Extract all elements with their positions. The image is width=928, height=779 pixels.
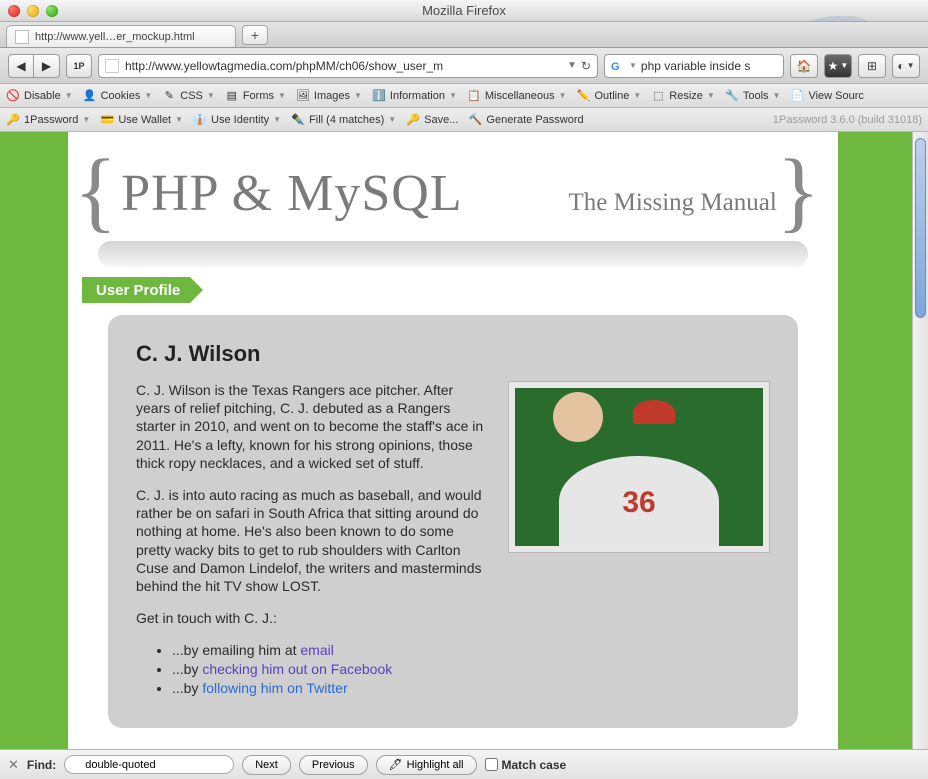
tools-icon: 🔧 <box>725 89 739 103</box>
contact-facebook: ...by checking him out on Facebook <box>172 660 770 679</box>
save-icon: 🔑 <box>406 113 420 127</box>
section-tab: User Profile <box>82 277 190 303</box>
contact-email: ...by emailing him at email <box>172 641 770 660</box>
images-menu[interactable]: 🖼Images▼ <box>296 89 362 103</box>
url-text: http://www.yellowtagmedia.com/phpMM/ch06… <box>125 59 563 73</box>
info-icon: ℹ️ <box>372 89 386 103</box>
save-button[interactable]: 🔑Save... <box>406 113 458 127</box>
window-titlebar: Mozilla Firefox <box>0 0 928 22</box>
tab-label: http://www.yell…er_mockup.html <box>35 31 195 43</box>
resize-menu[interactable]: ⬚Resize▼ <box>651 89 715 103</box>
email-link[interactable]: email <box>300 642 333 658</box>
disable-menu[interactable]: 🚫Disable▼ <box>6 89 73 103</box>
navigation-toolbar: ◀ ▶ 1P http://www.yellowtagmedia.com/php… <box>0 48 928 84</box>
fill-menu[interactable]: ✒️Fill (4 matches)▼ <box>291 113 396 127</box>
onepassword-nav-button[interactable]: 1P <box>66 54 92 78</box>
forward-button[interactable]: ▶ <box>34 54 60 78</box>
match-case-label: Match case <box>502 758 567 772</box>
fill-icon: ✒️ <box>291 113 305 127</box>
profile-paragraph-3: Get in touch with C. J.: <box>136 609 770 627</box>
miscellaneous-menu[interactable]: 📋Miscellaneous▼ <box>467 89 567 103</box>
highlight-all-button[interactable]: 🖊 Highlight all <box>376 755 477 775</box>
onepassword-version-label: 1Password 3.6.0 (build 31018) <box>773 114 922 126</box>
url-dropdown-icon[interactable]: ▼ <box>567 60 577 71</box>
generate-icon: 🔨 <box>468 113 482 127</box>
outline-icon: ✏️ <box>577 89 591 103</box>
scrollbar-thumb[interactable] <box>915 138 926 318</box>
css-menu[interactable]: ✎CSS▼ <box>162 89 215 103</box>
pencil-icon: ✎ <box>162 89 176 103</box>
image-icon: 🖼 <box>296 89 310 103</box>
web-developer-toolbar: 🚫Disable▼ 👤Cookies▼ ✎CSS▼ ▤Forms▼ 🖼Image… <box>0 84 928 108</box>
person-icon: 👤 <box>83 89 97 103</box>
information-menu[interactable]: ℹ️Information▼ <box>372 89 457 103</box>
search-box[interactable]: ▼ php variable inside s <box>604 54 784 78</box>
find-input[interactable] <box>64 755 234 774</box>
findbar-close-button[interactable]: ✕ <box>8 757 19 773</box>
left-brace-icon: { <box>74 160 117 223</box>
header-divider <box>98 241 808 267</box>
search-engine-dropdown-icon[interactable]: ▼ <box>629 61 637 70</box>
onepassword-menu[interactable]: 🔑1Password▼ <box>6 113 90 127</box>
disable-icon: 🚫 <box>6 89 20 103</box>
twitter-link[interactable]: following him on Twitter <box>202 680 347 696</box>
form-icon: ▤ <box>225 89 239 103</box>
identity-icon: 👔 <box>193 113 207 127</box>
misc-icon: 📋 <box>467 89 481 103</box>
match-case-checkbox[interactable]: Match case <box>485 758 567 772</box>
profile-name: C. J. Wilson <box>136 341 770 367</box>
source-icon: 📄 <box>790 89 804 103</box>
jersey-graphic <box>559 456 719 546</box>
resize-icon: ⬚ <box>651 89 665 103</box>
page-header: { PHP & MySQL The Missing Manual } <box>68 152 838 223</box>
page-subtitle: The Missing Manual <box>568 189 776 217</box>
search-text: php variable inside s <box>641 59 750 73</box>
profile-photo <box>515 388 763 546</box>
view-source-menu[interactable]: 📄View Sourc <box>790 89 863 103</box>
page-title: PHP & MySQL <box>121 164 462 223</box>
contact-list: ...by emailing him at email ...by checki… <box>172 641 770 698</box>
page-icon <box>15 30 29 44</box>
tools-menu[interactable]: 🔧Tools▼ <box>725 89 781 103</box>
wallet-icon: 💳 <box>100 113 114 127</box>
nav-back-forward: ◀ ▶ <box>8 54 60 78</box>
cookies-menu[interactable]: 👤Cookies▼ <box>83 89 153 103</box>
section-tab-label: User Profile <box>96 282 180 299</box>
profile-card: C. J. Wilson C. J. Wilson is the Texas R… <box>108 315 798 728</box>
home-button[interactable]: 🏠 <box>790 54 818 78</box>
use-identity-menu[interactable]: 👔Use Identity▼ <box>193 113 281 127</box>
find-label: Find: <box>27 758 56 772</box>
bookmarks-button[interactable]: ★▼ <box>824 54 852 78</box>
find-bar: ✕ Find: Next Previous 🖊 Highlight all Ma… <box>0 749 928 779</box>
onepassword-icon: 🔑 <box>6 113 20 127</box>
use-wallet-menu[interactable]: 💳Use Wallet▼ <box>100 113 183 127</box>
back-button[interactable]: ◀ <box>8 54 34 78</box>
google-icon <box>611 59 625 73</box>
site-icon <box>105 59 119 73</box>
page-content: { PHP & MySQL The Missing Manual } User … <box>68 132 838 749</box>
match-case-input[interactable] <box>485 758 498 771</box>
generate-password-button[interactable]: 🔨Generate Password <box>468 113 583 127</box>
window-title: Mozilla Firefox <box>0 3 928 18</box>
onepassword-toolbar: 🔑1Password▼ 💳Use Wallet▼ 👔Use Identity▼ … <box>0 108 928 132</box>
vertical-scrollbar[interactable] <box>912 132 928 749</box>
outline-menu[interactable]: ✏️Outline▼ <box>577 89 642 103</box>
new-tab-button[interactable]: + <box>242 25 268 45</box>
right-brace-icon: } <box>777 160 820 223</box>
find-next-button[interactable]: Next <box>242 755 291 775</box>
toolbar-extra-button-1[interactable]: ⊞ <box>858 54 886 78</box>
tab-strip: http://www.yell…er_mockup.html + <box>0 22 928 48</box>
url-bar[interactable]: http://www.yellowtagmedia.com/phpMM/ch06… <box>98 54 598 78</box>
browser-viewport: { PHP & MySQL The Missing Manual } User … <box>0 132 928 749</box>
profile-photo-frame <box>508 381 770 553</box>
facebook-link[interactable]: checking him out on Facebook <box>202 661 392 677</box>
find-previous-button[interactable]: Previous <box>299 755 368 775</box>
toolbar-extra-button-2[interactable]: ◐▼ <box>892 54 920 78</box>
forms-menu[interactable]: ▤Forms▼ <box>225 89 286 103</box>
browser-tab[interactable]: http://www.yell…er_mockup.html <box>6 25 236 47</box>
contact-twitter: ...by following him on Twitter <box>172 679 770 698</box>
reload-icon[interactable]: ↻ <box>581 59 591 73</box>
